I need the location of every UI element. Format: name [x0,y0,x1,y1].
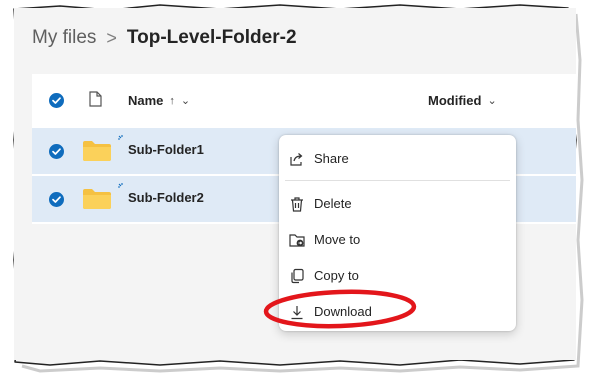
sort-ascending-icon: ↑ [169,94,175,107]
breadcrumb-current-folder: Top-Level-Folder-2 [126,27,297,48]
breadcrumb: My files > Top-Level-Folder-2 [32,27,297,49]
menu-item-label: Delete [314,196,352,211]
new-item-icon [118,135,123,140]
folder-icon [83,141,111,161]
page-content: My files > Top-Level-Folder-2 Name ↑ ⌄ M… [14,8,576,360]
column-header-name[interactable]: Name ↑ ⌄ [128,93,190,108]
menu-item-delete[interactable]: Delete [279,188,516,220]
new-item-icon [118,183,123,188]
chevron-down-icon: ⌄ [180,95,191,107]
row-checkbox[interactable] [49,144,64,159]
move-folder-icon [289,234,305,247]
breadcrumb-my-files[interactable]: My files [32,27,96,49]
menu-item-label: Move to [314,232,361,247]
checkmark-icon [52,196,61,203]
menu-item-share[interactable]: Share [279,143,516,175]
list-header: Name ↑ ⌄ Modified ⌄ [32,74,576,128]
menu-item-move-to[interactable]: Move to [279,224,516,256]
chevron-down-icon: ⌄ [487,95,497,107]
trash-icon [291,197,303,212]
select-all-checkbox[interactable] [49,93,64,108]
column-modified-label: Modified [428,93,482,108]
file-type-icon [89,91,102,107]
menu-item-label: Copy to [314,268,359,283]
share-icon [290,153,303,166]
menu-divider [285,180,510,181]
highlight-ellipse [263,289,417,329]
column-header-modified[interactable]: Modified ⌄ [428,93,497,108]
folder-icon [83,189,111,209]
row-name[interactable]: Sub-Folder1 [128,142,204,157]
column-name-label: Name [128,93,164,108]
checkmark-icon [52,97,61,104]
breadcrumb-separator: > [106,27,117,48]
row-name[interactable]: Sub-Folder2 [128,190,204,205]
checkmark-icon [52,148,61,155]
row-checkbox[interactable] [49,192,64,207]
menu-item-label: Share [314,151,349,166]
copy-icon [291,268,304,284]
